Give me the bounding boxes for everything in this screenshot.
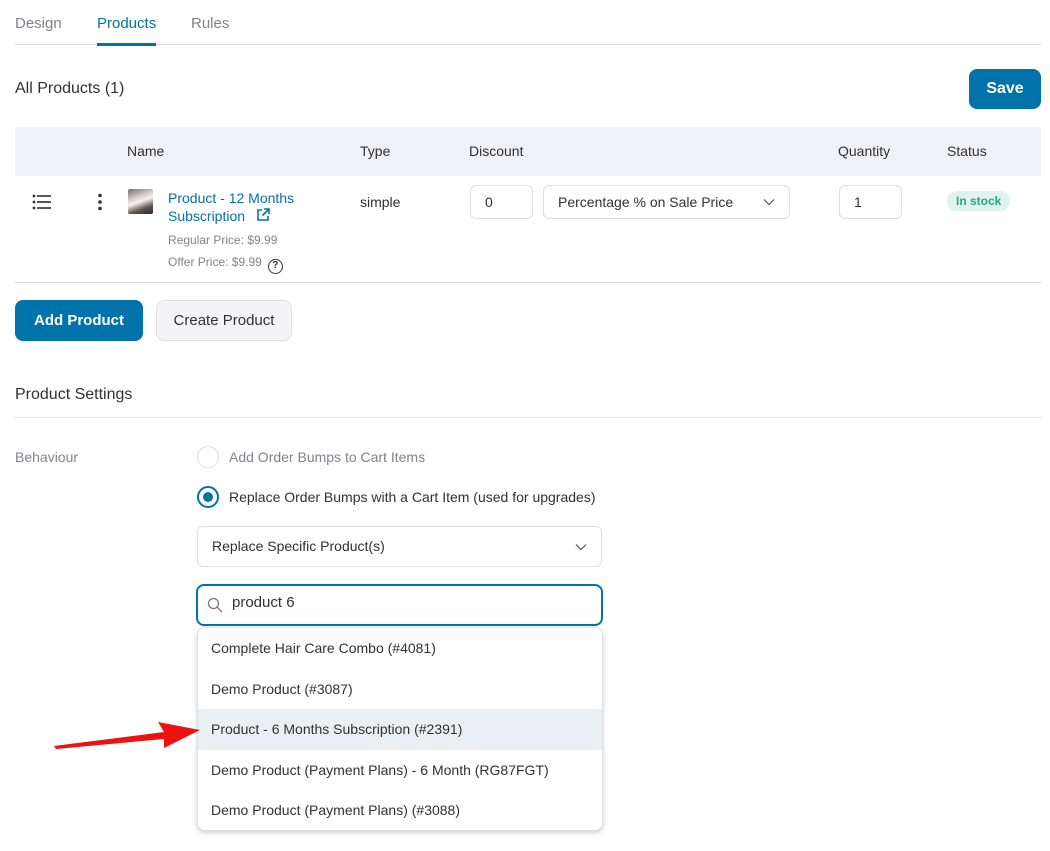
search-result-item[interactable]: Demo Product (Payment Plans) - 6 Month (… <box>198 750 602 791</box>
product-search-input[interactable] <box>232 594 582 611</box>
search-icon <box>207 597 223 613</box>
more-options-icon[interactable] <box>95 193 105 211</box>
help-icon[interactable]: ? <box>267 259 283 274</box>
column-header-quantity: Quantity <box>838 143 891 159</box>
chevron-down-icon <box>763 199 775 206</box>
create-product-button[interactable]: Create Product <box>156 300 292 341</box>
column-header-status: Status <box>947 143 987 159</box>
column-header-type: Type <box>360 143 391 159</box>
chevron-down-icon <box>575 544 587 551</box>
search-result-item-highlighted[interactable]: Product - 6 Months Subscription (#2391) <box>198 709 602 750</box>
behaviour-label: Behaviour <box>15 449 79 465</box>
external-link-icon[interactable] <box>255 207 271 223</box>
radio-label: Replace Order Bumps with a Cart Item (us… <box>229 489 596 505</box>
divider <box>15 417 1041 418</box>
radio-button[interactable] <box>197 446 219 468</box>
tab-design[interactable]: Design <box>15 15 62 45</box>
status-badge: In stock <box>947 191 1011 211</box>
tab-bar: Design Products Rules <box>15 0 1041 46</box>
replace-mode-select[interactable]: Replace Specific Product(s) <box>197 526 602 567</box>
column-header-name: Name <box>127 143 165 159</box>
discount-value-input[interactable]: 0 <box>470 185 533 219</box>
red-arrow-annotation-icon <box>54 722 200 749</box>
product-thumbnail <box>128 189 153 214</box>
tab-products[interactable]: Products <box>97 15 157 46</box>
add-product-button[interactable]: Add Product <box>15 300 143 341</box>
search-results-dropdown: Complete Hair Care Combo (#4081) Demo Pr… <box>197 627 603 831</box>
replace-mode-value: Replace Specific Product(s) <box>212 538 385 554</box>
offer-price: Offer Price: $9.99 <box>168 255 262 269</box>
product-settings-title: Product Settings <box>15 386 133 403</box>
radio-label: Add Order Bumps to Cart Items <box>229 449 426 465</box>
search-result-item[interactable]: Demo Product (Payment Plans) (#3088) <box>198 790 602 830</box>
save-button[interactable]: Save <box>969 69 1041 109</box>
table-row: Product - 12 Months Subscription Regular… <box>15 176 1041 283</box>
products-table-header: Name Type Discount Quantity Status <box>15 127 1041 176</box>
tab-rules[interactable]: Rules <box>191 15 229 45</box>
drag-handle-icon[interactable] <box>32 194 52 210</box>
column-header-discount: Discount <box>469 143 524 159</box>
product-name-link[interactable]: Product - 12 Months Subscription <box>168 189 328 225</box>
quantity-input[interactable]: 1 <box>839 185 902 219</box>
discount-type-value: Percentage % on Sale Price <box>558 194 734 210</box>
search-result-item[interactable]: Demo Product (#3087) <box>198 669 602 710</box>
radio-button-checked[interactable] <box>197 486 219 508</box>
regular-price: Regular Price: $9.99 <box>168 233 278 247</box>
search-result-item[interactable]: Complete Hair Care Combo (#4081) <box>198 628 602 669</box>
product-search-field[interactable] <box>196 584 603 626</box>
all-products-title: All Products (1) <box>15 80 125 97</box>
offer-price-line: Offer Price: $9.99? <box>168 255 283 274</box>
discount-type-select[interactable]: Percentage % on Sale Price <box>543 185 790 219</box>
product-type: simple <box>360 194 401 210</box>
product-name[interactable]: Product - 12 Months Subscription <box>168 190 294 224</box>
